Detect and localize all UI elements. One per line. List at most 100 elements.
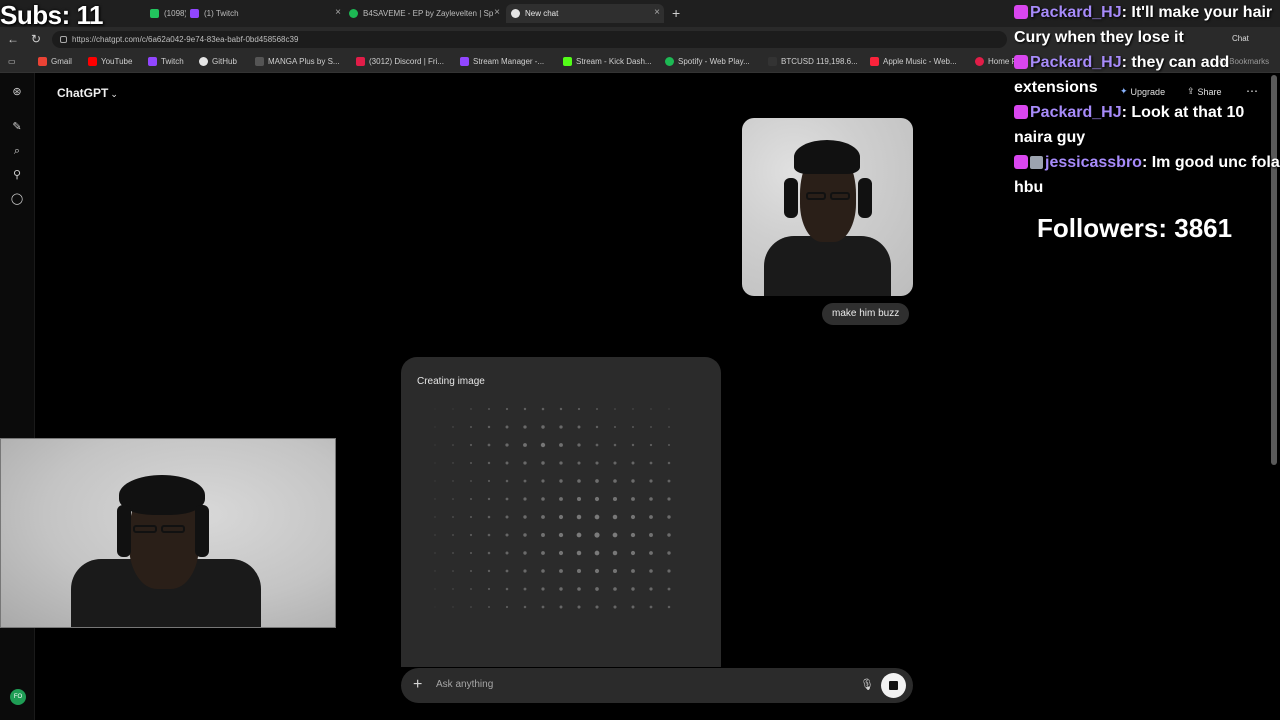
loading-dot <box>452 588 454 590</box>
bookmark-label: Apple Music - Web... <box>883 57 957 66</box>
spotify-icon <box>665 57 674 66</box>
loading-dot <box>576 514 582 520</box>
bookmark-label: Stream Manager -... <box>473 57 545 66</box>
loading-dot <box>434 408 436 410</box>
loading-dot <box>523 551 527 555</box>
chat-bubble-icon[interactable]: ◯ <box>10 192 24 206</box>
bookmark-github[interactable]: GitHub <box>199 57 237 66</box>
loading-dot <box>558 550 564 556</box>
loading-dot <box>558 532 564 538</box>
loading-dot <box>594 514 600 520</box>
user-message-text: make him buzz <box>832 308 900 319</box>
loading-dot <box>505 551 509 555</box>
site-info-icon[interactable] <box>60 36 67 43</box>
loading-dot <box>559 407 563 411</box>
loading-dot <box>577 605 581 609</box>
kick-icon <box>563 57 572 66</box>
loading-dot <box>559 479 563 483</box>
reload-icon[interactable]: ↻ <box>31 32 41 46</box>
loading-dot <box>649 569 653 573</box>
new-chat-icon[interactable]: ✎ <box>10 120 24 134</box>
loading-dot <box>452 426 454 428</box>
loading-dot <box>595 443 599 447</box>
chat-username: Packard_HJ <box>1030 104 1122 121</box>
loading-dot <box>631 587 635 591</box>
loading-dot <box>505 425 509 429</box>
search-icon[interactable]: ⌕ <box>10 144 24 158</box>
bookmark-twitch[interactable]: Twitch <box>148 57 184 66</box>
loading-dot <box>631 479 635 483</box>
loading-dot <box>576 550 582 556</box>
microphone-icon[interactable]: 🎙 <box>860 678 874 691</box>
loading-dot <box>559 443 563 447</box>
url-input[interactable]: https://chatgpt.com/c/6a62a042-9e74-83ea… <box>52 31 1007 48</box>
loading-dot <box>452 498 454 500</box>
loading-dot <box>577 479 581 483</box>
loading-dot <box>487 497 491 501</box>
tab-new-chat[interactable]: New chat × <box>506 4 664 23</box>
tab-spotify[interactable]: B4SAVEME - EP by Zaylevelten | Sp × <box>349 4 504 23</box>
bookmark-apple-music[interactable]: Apple Music - Web... <box>870 57 957 66</box>
loading-dot <box>469 551 473 555</box>
bookmark-youtube[interactable]: YouTube <box>88 57 132 66</box>
close-tab-icon[interactable]: × <box>335 7 341 18</box>
tab-label: (1098) Discord | #general-chat <box>164 9 186 18</box>
tab-twitch[interactable]: (1) Twitch × <box>190 4 345 23</box>
subs-counter: Subs: 11 <box>0 0 103 30</box>
model-picker[interactable]: ChatGPT ⌄ <box>57 86 118 100</box>
uploaded-image[interactable] <box>742 118 913 296</box>
loading-dot <box>541 533 545 537</box>
bookmark-btcusd[interactable]: BTCUSD 119,198.6... <box>768 57 858 66</box>
new-tab-button[interactable]: + <box>672 5 680 21</box>
openai-logo-icon[interactable]: ⊛ <box>10 85 24 99</box>
loading-dot <box>613 605 617 609</box>
back-icon[interactable]: ← <box>7 32 19 46</box>
tab-discord[interactable]: (1098) Discord | #general-chat <box>150 4 186 23</box>
loading-dot <box>577 407 581 411</box>
loading-dot <box>487 569 491 573</box>
glasses-left <box>806 192 826 200</box>
loading-dot <box>523 479 527 483</box>
chat-message: Packard_HJ: they can add extensions <box>1014 54 1230 96</box>
chat-message: Packard_HJ: Look at that 10 naira guy <box>1014 104 1245 146</box>
loading-dot <box>487 587 491 591</box>
loading-dot <box>487 461 491 465</box>
loading-dot <box>594 496 600 502</box>
loading-dot <box>505 533 509 537</box>
avatar[interactable]: FO <box>10 689 26 705</box>
loading-dot <box>470 426 472 428</box>
loading-dot <box>452 516 454 518</box>
bookmark-kick[interactable]: Stream - Kick Dash... <box>563 57 652 66</box>
bookmark-spotify[interactable]: Spotify - Web Play... <box>665 57 750 66</box>
stop-generating-button[interactable] <box>881 673 906 698</box>
loading-dot <box>667 551 671 555</box>
loading-dot <box>576 532 582 538</box>
loading-dot <box>523 461 527 465</box>
message-input[interactable]: Ask anything <box>436 679 493 690</box>
bookmark-discord[interactable]: (3012) Discord | Fri... <box>356 57 444 66</box>
add-attachment-button[interactable]: + <box>413 676 422 694</box>
bookmark-stream-manager[interactable]: Stream Manager -... <box>460 57 544 66</box>
loading-dot <box>487 515 491 519</box>
loading-dot <box>469 443 473 447</box>
tab-label: (1) Twitch <box>204 9 239 18</box>
pin-icon[interactable]: ⚲ <box>10 168 24 182</box>
bookmark-manga-plus[interactable]: MANGA Plus by S... <box>255 57 340 66</box>
sub-badge-icon <box>1014 5 1028 19</box>
loading-dot <box>488 408 490 410</box>
menu-icon[interactable]: ▭ <box>8 57 16 66</box>
bookmark-gmail[interactable]: Gmail <box>38 57 72 66</box>
loading-dot <box>541 569 545 573</box>
loading-dot <box>667 533 671 537</box>
loading-dot <box>523 569 527 573</box>
bookmark-home[interactable]: Home F <box>975 57 1016 66</box>
bookmark-label: YouTube <box>101 57 133 66</box>
loading-dot <box>559 461 563 465</box>
close-tab-icon[interactable]: × <box>654 7 660 18</box>
loading-dot <box>523 425 527 429</box>
loading-dot <box>613 461 617 465</box>
sub-badge-icon <box>1014 105 1028 119</box>
manga-icon <box>255 57 264 66</box>
close-tab-icon[interactable]: × <box>494 7 500 18</box>
home-icon <box>975 57 984 66</box>
